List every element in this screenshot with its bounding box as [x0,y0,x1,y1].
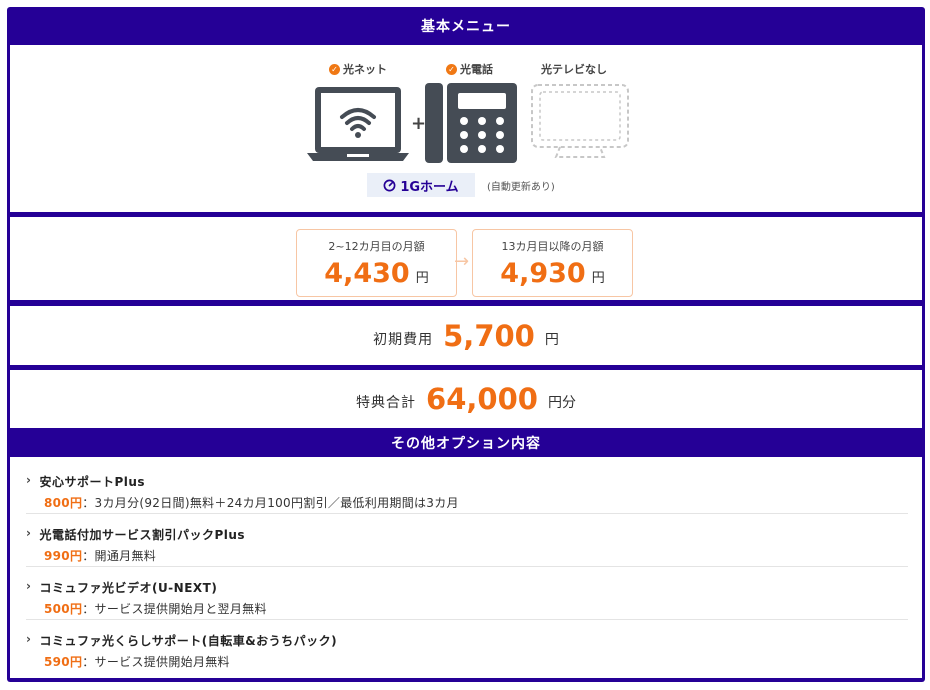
initial-cost-label: 初期費用 [373,331,434,348]
monthly-fee-first-caption: 2~12カ月目の月額 [328,240,425,253]
options-header: その他オプション内容 [391,435,541,452]
option-item[interactable]: › コミュファ光くらしサポート(自転車&おうちパック) 590円：サービス提供開始… [26,620,908,673]
arrow-right-icon: → [454,251,470,272]
service-label-internet: ✓ 光ネット [329,61,387,77]
initial-cost-unit: 円 [544,331,559,348]
plan-frame: 基本メニュー ✓ 光ネット ✓ 光電話 光テレビなし + 1Gホーム (自動更新… [7,7,925,682]
desk-phone-icon [425,83,517,163]
option-price: 800円 [44,496,83,510]
initial-cost-panel: 初期費用 5,700 円 [10,306,922,365]
chevron-right-icon: › [26,526,32,540]
speedometer-icon [383,179,396,191]
benefit-total-label: 特典合計 [356,395,417,411]
service-label-phone: ✓ 光電話 [446,61,493,77]
monthly-fee-second-caption: 13カ月目以降の月額 [501,240,604,253]
chevron-right-icon: › [26,579,32,593]
monthly-fee-first-box: 2~12カ月目の月額 4,430 円 [296,229,457,297]
chevron-right-icon: › [26,632,32,646]
option-desc: ：3カ月分(92日間)無料＋24カ月100円割引／最低利用期間は3カ月 [82,496,459,510]
chevron-right-icon: › [26,473,32,487]
monthly-fee-second-unit: 円 [591,271,605,286]
check-icon: ✓ [329,63,340,75]
tv-outline-icon [531,84,629,158]
laptop-wifi-icon [307,87,409,161]
base-menu-panel: ✓ 光ネット ✓ 光電話 光テレビなし + 1Gホーム (自動更新あり) [10,45,922,212]
option-desc: ：サービス提供開始月無料 [82,655,230,669]
option-name: 安心サポートPlus [39,475,146,489]
service-label-tv: 光テレビなし [541,63,607,76]
monthly-fee-first-unit: 円 [415,271,429,286]
plan-note: (自動更新あり) [487,182,555,193]
option-desc: ：開通月無料 [82,549,157,563]
option-price: 500円 [44,602,83,616]
option-price: 990円 [44,549,83,563]
option-item[interactable]: › 光電話付加サービス割引パックPlus 990円：開通月無料 [26,514,908,567]
option-desc: ：サービス提供開始月と翌月無料 [82,602,267,616]
monthly-fee-panel: 2~12カ月目の月額 4,430 円 → 13カ月目以降の月額 4,930 円 [10,217,922,300]
plus-sign: + [411,113,427,134]
monthly-fee-second-amount: 4,930 [500,258,586,289]
initial-cost-amount: 5,700 [443,318,535,353]
plan-name: 1Gホーム [400,179,459,195]
option-name: 光電話付加サービス割引パックPlus [39,528,246,542]
benefit-total-panel: 特典合計 64,000 円分 [10,370,922,428]
base-menu-header: 基本メニュー [421,19,511,35]
option-price: 590円 [44,655,83,669]
check-icon: ✓ [446,63,457,75]
benefit-total-amount: 64,000 [426,382,538,416]
option-item[interactable]: › コミュファ光ビデオ(U-NEXT) 500円：サービス提供開始月と翌月無料 [26,567,908,620]
option-item[interactable]: › 安心サポートPlus 800円：3カ月分(92日間)無料＋24カ月100円割引… [26,461,908,514]
option-name: コミュファ光くらしサポート(自転車&おうちパック) [39,634,338,648]
monthly-fee-first-amount: 4,430 [324,258,410,289]
monthly-fee-second-box: 13カ月目以降の月額 4,930 円 [472,229,633,297]
option-name: コミュファ光ビデオ(U-NEXT) [39,581,218,595]
plan-badge: 1Gホーム [367,173,475,197]
options-panel: › 安心サポートPlus 800円：3カ月分(92日間)無料＋24カ月100円割引… [10,457,922,678]
benefit-total-unit: 円分 [547,395,576,411]
